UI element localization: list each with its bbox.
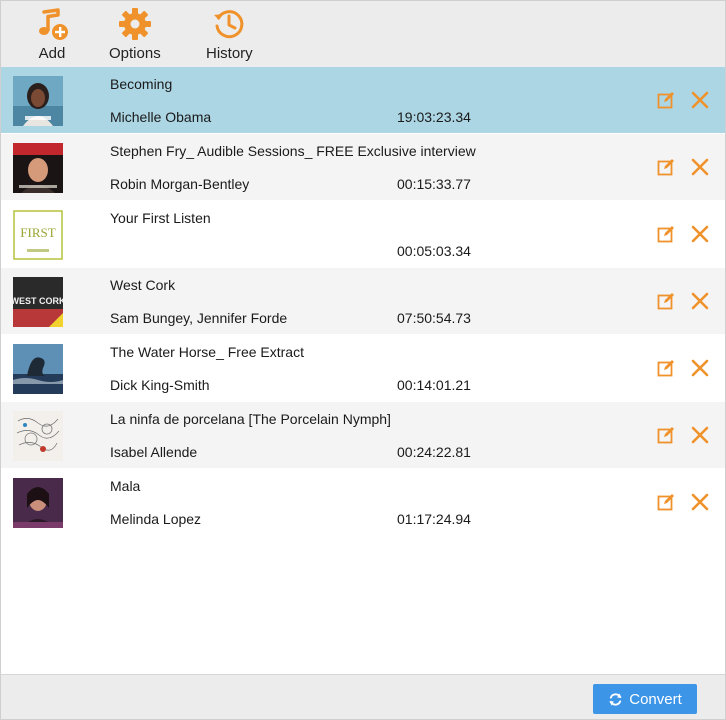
add-label: Add [38,45,66,62]
history-clock-icon [214,10,244,39]
item-title: Mala [110,478,141,494]
music-add-icon [39,8,68,40]
history-label: History [206,45,253,62]
item-author: Sam Bungey, Jennifer Forde [110,310,288,326]
stephen-fry-cover-image [13,143,63,193]
your-first-listen-cover-image: FIRST [13,210,63,260]
water-horse-cover-image [13,344,63,394]
item-title: Stephen Fry_ Audible Sessions_ FREE Excl… [110,143,476,159]
audiobook-list: Becoming Michelle Obama 19:03:23.34 Step… [1,67,725,536]
item-author: Isabel Allende [110,444,198,460]
item-duration: 00:15:33.77 [397,176,471,192]
list-item[interactable]: La ninfa de porcelana [The Porcelain Nym… [1,402,725,469]
edit-icon[interactable] [657,292,675,310]
delete-icon[interactable] [690,358,710,378]
toolbar: Add Options History [1,1,725,68]
convert-button[interactable]: Convert [593,684,697,714]
item-author: Melinda Lopez [110,511,202,527]
item-duration: 07:50:54.73 [397,310,471,326]
footer-bar: Convert [1,674,725,719]
cover-text: WEST CORK [13,296,63,306]
mala-cover-image [13,478,63,528]
add-button[interactable]: Add [34,6,70,62]
list-item[interactable]: FIRST Your First Listen 00:05:03.34 [1,201,725,268]
delete-icon[interactable] [690,90,710,110]
cover-text: FIRST [20,225,55,240]
item-duration: 19:03:23.34 [397,109,471,125]
options-button[interactable]: Options [109,6,161,62]
edit-icon[interactable] [657,158,675,176]
item-duration: 00:24:22.81 [397,444,471,460]
becoming-cover-image [13,76,63,126]
west-cork-cover-image: WEST CORK [13,277,63,327]
item-author: Dick King-Smith [110,377,210,393]
delete-icon[interactable] [690,224,710,244]
item-duration: 00:05:03.34 [397,243,471,259]
delete-icon[interactable] [690,157,710,177]
edit-icon[interactable] [657,493,675,511]
refresh-icon [609,692,622,706]
item-author: Michelle Obama [110,109,212,125]
edit-icon[interactable] [657,359,675,377]
list-item[interactable]: WEST CORK West Cork Sam Bungey, Jennifer… [1,268,725,335]
item-title: The Water Horse_ Free Extract [110,344,304,360]
item-title: La ninfa de porcelana [The Porcelain Nym… [110,411,391,427]
gear-icon [118,8,151,40]
options-label: Options [109,45,161,62]
list-item[interactable]: Stephen Fry_ Audible Sessions_ FREE Excl… [1,134,725,201]
item-duration: 00:14:01.21 [397,377,471,393]
list-item[interactable]: Becoming Michelle Obama 19:03:23.34 [1,67,725,134]
porcelain-nymph-cover-image [13,411,63,461]
list-item[interactable]: Mala Melinda Lopez 01:17:24.94 [1,469,725,536]
item-author: Robin Morgan-Bentley [110,176,250,192]
app-window: Add Options History Becoming Michelle Ob… [0,0,726,720]
delete-icon[interactable] [690,492,710,512]
edit-icon[interactable] [657,225,675,243]
item-title: Your First Listen [110,210,211,226]
edit-icon[interactable] [657,91,675,109]
item-title: Becoming [110,76,173,92]
delete-icon[interactable] [690,425,710,445]
delete-icon[interactable] [690,291,710,311]
convert-label: Convert [629,690,682,708]
item-duration: 01:17:24.94 [397,511,471,527]
edit-icon[interactable] [657,426,675,444]
list-item[interactable]: The Water Horse_ Free Extract Dick King-… [1,335,725,402]
history-button[interactable]: History [206,6,253,62]
item-title: West Cork [110,277,176,293]
